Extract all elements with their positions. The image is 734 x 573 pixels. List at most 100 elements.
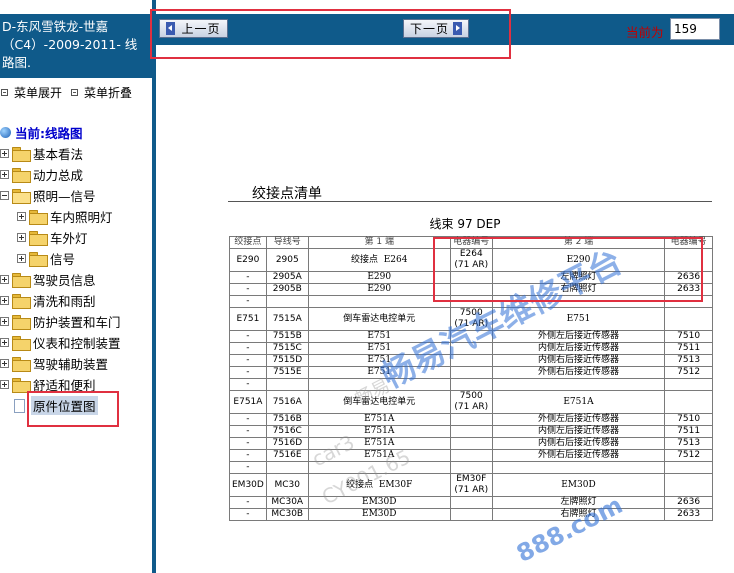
document-title-header: D-东风雪铁龙-世嘉 （C4）-2009-2011- 线 路图. <box>0 14 152 78</box>
table-cell: 2633 <box>664 508 713 521</box>
table-cell: 7512 <box>664 366 713 379</box>
table-cell <box>664 390 713 414</box>
tree-item[interactable]: 驾驶辅助装置 <box>0 353 152 374</box>
table-header: 导线号 <box>265 236 309 249</box>
tree-item[interactable]: 舒适和便利 <box>0 374 152 395</box>
table-cell <box>449 354 493 367</box>
expand-plus-icon[interactable] <box>0 296 9 305</box>
table-cell: 外侧左后接近传感器 <box>491 330 666 343</box>
tree-item[interactable]: 驾驶员信息 <box>0 269 152 290</box>
table-cell: - <box>229 342 267 355</box>
tree-item-label: 车内照明灯 <box>50 210 113 225</box>
tree-item-label: 照明—信号 <box>33 189 96 204</box>
tree-item-label: 驾驶员信息 <box>33 273 96 288</box>
next-page-label: 下一页 <box>409 22 449 36</box>
prev-page-button[interactable]: 上一页 <box>159 19 228 38</box>
expand-plus-icon[interactable] <box>0 149 9 158</box>
tree-item[interactable]: 清洗和雨刮 <box>0 290 152 311</box>
expand-plus-icon[interactable] <box>0 170 9 179</box>
table-header: 电器编号 <box>449 236 493 249</box>
harness-label: 线束 97 DEP <box>429 217 501 231</box>
table-cell: 倒车雷达电控单元 <box>307 307 451 331</box>
menu-collapse-button[interactable]: 菜单折叠 <box>70 84 132 101</box>
folder-icon <box>12 273 31 288</box>
table-cell: - <box>229 449 267 462</box>
tree-item[interactable]: 动力总成 <box>0 164 152 185</box>
table-cell <box>265 461 309 474</box>
table-row: E290 2905 绞接点 E264 E264 (71 AR) E290 <box>229 248 713 272</box>
table-cell <box>664 248 713 272</box>
table-cell: - <box>229 496 267 509</box>
folder-icon <box>12 357 31 372</box>
expand-plus-icon[interactable] <box>0 275 9 284</box>
header-line-1: D-东风雪铁龙-世嘉 <box>2 19 109 34</box>
table-cell: 7500 (71 AR) <box>449 307 493 331</box>
page-number-input[interactable] <box>670 18 720 40</box>
table-cell <box>449 295 493 308</box>
table-cell: - <box>229 425 267 438</box>
tree-item[interactable]: 原件位置图 <box>0 395 152 416</box>
folder-icon <box>12 294 31 309</box>
table-header: 第 2 端 <box>491 236 666 249</box>
table-cell <box>664 473 713 497</box>
collapse-minus-icon[interactable] <box>0 191 9 200</box>
table-cell: EM30D <box>491 473 666 497</box>
table-row: -7515B E751 外侧左后接近传感器 7510 <box>229 330 713 343</box>
table-cell: - <box>229 271 267 284</box>
table-cell: 倒车雷达电控单元 <box>307 390 451 414</box>
table-cell: 2905 <box>265 248 309 272</box>
expand-plus-icon[interactable] <box>17 233 26 242</box>
tree-item[interactable]: 照明—信号 <box>0 185 152 206</box>
table-row: -7516E E751A 外侧右后接近传感器 7512 <box>229 449 713 462</box>
tree-item[interactable]: 基本看法 <box>0 143 152 164</box>
sidebar: D-东风雪铁龙-世嘉 （C4）-2009-2011- 线 路图. 菜单展开 菜单折… <box>0 0 152 573</box>
folder-icon <box>12 336 31 351</box>
tree-item[interactable]: 仪表和控制装置 <box>0 332 152 353</box>
menu-collapse-label: 菜单折叠 <box>84 86 133 100</box>
table-row: -2905A E290 左牌照灯 2636 <box>229 271 713 284</box>
table-cell: - <box>229 366 267 379</box>
table-cell: 7511 <box>664 342 713 355</box>
table-cell: - <box>229 283 267 296</box>
menu-expand-button[interactable]: 菜单展开 <box>0 84 62 101</box>
table-cell: 2636 <box>664 496 713 509</box>
table-cell: 内侧右后接近传感器 <box>491 354 666 367</box>
pane-splitter[interactable] <box>152 0 156 573</box>
tree-root[interactable]: 当前:线路图 <box>0 122 152 143</box>
expand-plus-icon[interactable] <box>17 212 26 221</box>
tree-item[interactable]: 车内照明灯 <box>0 206 152 227</box>
table-cell: MC30B <box>265 508 309 521</box>
table-cell <box>664 461 713 474</box>
table-cell: - <box>229 437 267 450</box>
table-cell <box>449 378 493 391</box>
table-cell: MC30A <box>265 496 309 509</box>
expand-plus-icon[interactable] <box>0 359 9 368</box>
table-cell <box>265 295 309 308</box>
next-page-button[interactable]: 下一页 <box>403 19 469 38</box>
table-cell: - <box>229 295 267 308</box>
tree-item[interactable]: 车外灯 <box>0 227 152 248</box>
table-cell: E751A <box>307 413 451 426</box>
tree-item-label: 原件位置图 <box>31 396 98 415</box>
expand-plus-icon[interactable] <box>0 380 9 389</box>
table-cell: E264 (71 AR) <box>449 248 493 272</box>
table-row: -2905B E290 右牌照灯 2633 <box>229 283 713 296</box>
table-cell <box>491 461 666 474</box>
tree-item-label: 清洗和雨刮 <box>33 294 96 309</box>
table-cell: 绞接点 E264 <box>307 248 451 272</box>
expand-plus-icon[interactable] <box>0 317 9 326</box>
table-cell <box>449 366 493 379</box>
table-cell: EM30D <box>307 496 451 509</box>
table-cell <box>307 461 451 474</box>
tree-item[interactable]: 信号 <box>0 248 152 269</box>
prev-page-label: 上一页 <box>181 22 221 36</box>
table-cell <box>449 271 493 284</box>
table-cell <box>664 307 713 331</box>
expand-plus-icon[interactable] <box>17 254 26 263</box>
expand-plus-icon[interactable] <box>0 338 9 347</box>
folder-icon <box>29 231 48 246</box>
tree-item[interactable]: 防护装置和车门 <box>0 311 152 332</box>
table-cell: 2905B <box>265 283 309 296</box>
folder-icon <box>12 315 31 330</box>
table-cell: 7515B <box>265 330 309 343</box>
